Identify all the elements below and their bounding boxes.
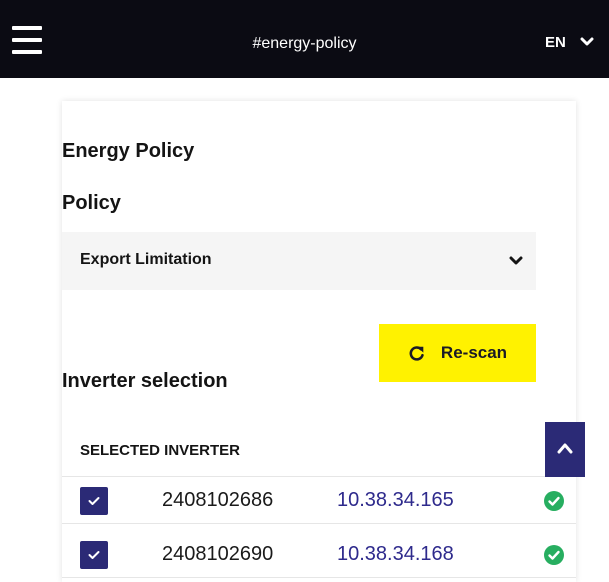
chevron-up-icon (557, 443, 573, 454)
inverter-row: 2408102690 10.38.34.168 (62, 532, 576, 578)
inverter-serial: 2408102690 (162, 543, 274, 565)
inverter-checkbox[interactable] (80, 487, 108, 515)
chevron-down-icon (509, 256, 523, 265)
policy-label: Policy (62, 192, 121, 214)
selected-inverter-column-header: SELECTED INVERTER (80, 442, 241, 459)
status-ok-icon (544, 491, 564, 511)
inverter-row: 2408102686 10.38.34.165 (62, 478, 576, 524)
rescan-button[interactable]: Re-scan (379, 324, 536, 382)
refresh-icon (409, 345, 424, 361)
energy-policy-heading: Energy Policy (62, 140, 195, 162)
language-selector[interactable]: EN (545, 28, 594, 56)
status-ok-icon (544, 545, 564, 565)
inverter-ip-link[interactable]: 10.38.34.168 (337, 543, 454, 566)
policy-select-value: Export Limitation (80, 251, 212, 268)
top-bar: #energy-policy EN (0, 0, 609, 78)
language-label: EN (545, 33, 566, 51)
inverter-table-header: SELECTED INVERTER (62, 425, 576, 477)
page-hash-title: #energy-policy (252, 35, 357, 52)
rescan-label: Re-scan (440, 343, 508, 362)
inverter-checkbox[interactable] (80, 541, 108, 569)
collapse-inverters-button[interactable] (545, 422, 585, 477)
chevron-down-icon (580, 37, 594, 46)
policy-select[interactable]: Export Limitation (62, 232, 536, 290)
inverter-selection-heading: Inverter selection (62, 370, 228, 392)
inverter-ip-link[interactable]: 10.38.34.165 (337, 489, 454, 512)
checkmark-icon (88, 497, 100, 505)
checkmark-icon (88, 551, 100, 559)
inverter-serial: 2408102686 (162, 489, 274, 511)
